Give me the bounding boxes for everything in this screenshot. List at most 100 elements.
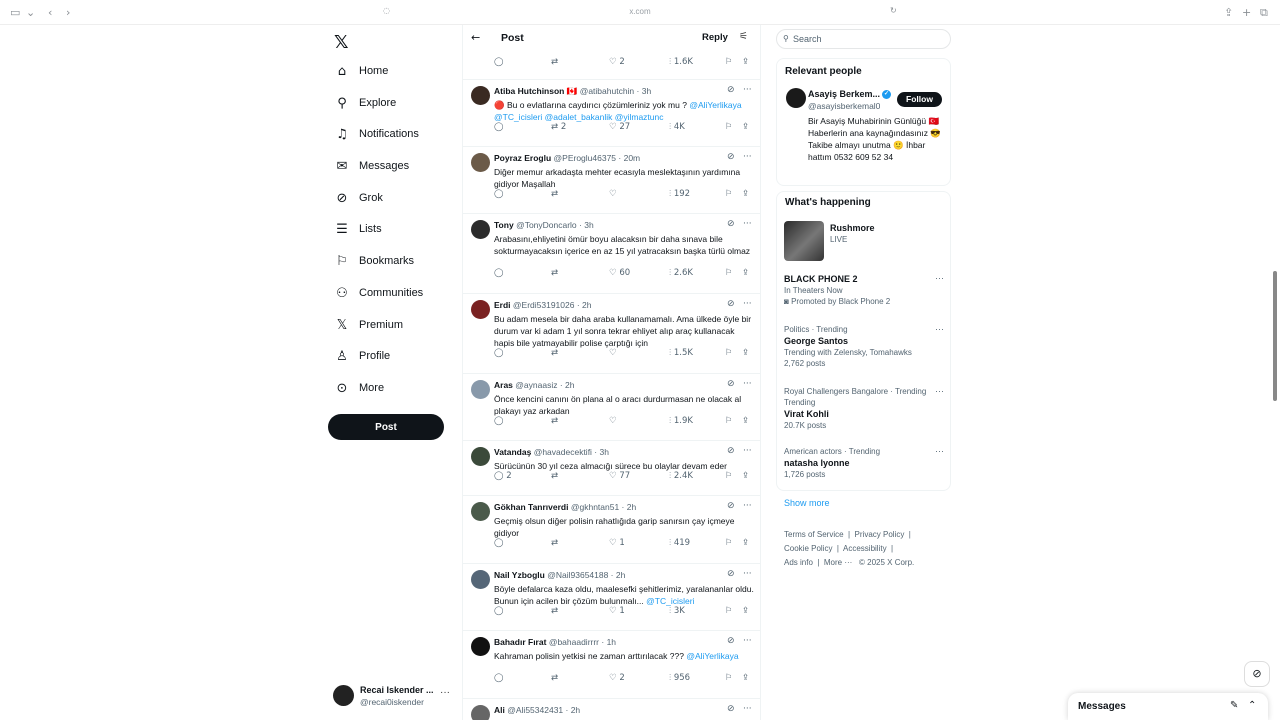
reply-button[interactable]: ◯ — [494, 189, 504, 199]
like-button[interactable]: ♡ 1 — [609, 538, 625, 548]
author-name[interactable]: Ali — [494, 705, 505, 715]
avatar[interactable] — [471, 447, 490, 466]
bookmark-icon[interactable]: ⚐ — [725, 606, 733, 616]
back-arrow-icon[interactable]: ← — [471, 31, 480, 44]
reply-tweet[interactable]: Nail Yzboglu @Nail93654188 · 2h ⊘ ··· Böyle… — [463, 563, 760, 630]
footer-link[interactable]: Terms of Service — [784, 530, 844, 539]
reply-tweet[interactable]: Bahadır Fırat @bahaadirrrr · 1h ⊘ ··· Kahra… — [463, 630, 760, 698]
avatar[interactable] — [471, 153, 490, 172]
like-button[interactable]: ♡ 27 — [609, 122, 630, 132]
bookmark-icon[interactable]: ⚐ — [725, 268, 733, 278]
scrollbar[interactable] — [1273, 271, 1277, 401]
reply-button[interactable]: ◯ — [494, 416, 504, 426]
avatar[interactable] — [471, 220, 490, 239]
reply-tweet[interactable]: Atiba Hutchinson 🇨🇦 @atibahutchin · 3h ⊘ ·… — [463, 79, 760, 146]
trend-item[interactable]: Royal Challengers Bangalore · Trending T… — [784, 386, 944, 432]
bookmark-icon[interactable]: ⚐ — [725, 538, 733, 548]
more-dots-icon[interactable]: ··· — [935, 386, 944, 396]
author-name[interactable]: Poyraz Eroglu — [494, 153, 551, 163]
views-count[interactable]: ⫶ 1.6K — [669, 57, 693, 67]
reply-tweet[interactable]: Erdi @Erdi53191026 · 2h ⊘ ··· Bu adam mesel… — [463, 293, 760, 373]
grok-icon[interactable]: ⊘ — [727, 569, 735, 579]
views-count[interactable]: ⫶ 2.4K — [669, 471, 693, 481]
trend-item[interactable]: BLACK PHONE 2 In Theaters Now ◙ Promoted… — [784, 273, 944, 307]
footer-link[interactable]: Ads info — [784, 558, 813, 567]
reply-button[interactable]: ◯ — [494, 348, 504, 358]
retweet-button[interactable]: ⇄ — [551, 416, 558, 426]
bookmark-icon[interactable]: ⚐ — [725, 673, 733, 683]
reply-button[interactable]: ◯ — [494, 122, 504, 132]
avatar[interactable] — [471, 86, 490, 105]
more-dots-icon[interactable]: ··· — [743, 636, 752, 646]
mention-links[interactable]: @AliYerlikaya — [686, 651, 738, 661]
like-button[interactable]: ♡ 77 — [609, 471, 630, 481]
nav-more[interactable]: ⊙ More — [334, 376, 385, 400]
address-bar[interactable]: x.com — [0, 7, 1280, 16]
share-icon[interactable]: ⇪ — [742, 268, 749, 278]
bookmark-icon[interactable]: ⚐ — [725, 57, 733, 67]
grok-icon[interactable]: ⊘ — [727, 501, 735, 511]
like-button[interactable]: ♡ 2 — [609, 673, 625, 683]
grok-icon[interactable]: ⊘ — [727, 299, 735, 309]
nav-grok[interactable]: ⊘ Grok — [334, 186, 383, 210]
more-dots-icon[interactable]: ··· — [743, 219, 752, 229]
avatar[interactable] — [471, 637, 490, 656]
nav-messages[interactable]: ✉ Messages — [334, 154, 410, 178]
mention-links[interactable]: @TC_icisleri — [646, 596, 694, 606]
author-name[interactable]: Vatandaş — [494, 447, 531, 457]
post-button[interactable]: Post — [328, 414, 444, 440]
reply-tweet[interactable]: Ali @Ali55342431 · 2h⊘···Dur ihtarına uy… — [463, 698, 760, 720]
reply-tweet[interactable]: Poyraz Eroglu @PEroglu46375 · 20m ⊘ ··· Diğ… — [463, 146, 760, 213]
avatar[interactable] — [471, 570, 490, 589]
author-name[interactable]: Erdi — [494, 300, 511, 310]
filter-icon[interactable]: ⚟ — [739, 31, 748, 42]
grok-icon[interactable]: ⊘ — [727, 446, 735, 456]
nav-communities[interactable]: ⚇ Communities — [334, 281, 423, 305]
bookmark-icon[interactable]: ⚐ — [725, 348, 733, 358]
more-dots-icon[interactable]: ··· — [743, 704, 752, 714]
reply-button[interactable]: ◯ — [494, 268, 504, 278]
bookmark-icon[interactable]: ⚐ — [725, 122, 733, 132]
nav-notifications[interactable]: ♫ Notifications — [334, 122, 419, 146]
expand-icon[interactable]: ⌃ — [1248, 700, 1256, 711]
retweet-button[interactable]: ⇄ — [551, 348, 558, 358]
nav-premium[interactable]: 𝕏 Premium — [334, 313, 403, 337]
author-name[interactable]: Tony — [494, 220, 514, 230]
grok-icon[interactable]: ⊘ — [727, 704, 735, 714]
more-dots-icon[interactable]: ··· — [440, 687, 450, 698]
retweet-button[interactable]: ⇄ — [551, 268, 558, 278]
bookmark-icon[interactable]: ⚐ — [725, 189, 733, 199]
footer-link[interactable]: Accessibility — [843, 544, 887, 553]
like-button[interactable]: ♡ 2 — [609, 57, 625, 67]
retweet-button[interactable]: ⇄ — [551, 471, 558, 481]
views-count[interactable]: ⫶ 2.6K — [669, 268, 693, 278]
share-icon[interactable]: ⇪ — [742, 348, 749, 358]
more-dots-icon[interactable]: ··· — [743, 379, 752, 389]
more-dots-icon[interactable]: ··· — [743, 299, 752, 309]
more-dots-icon[interactable]: ··· — [743, 569, 752, 579]
tabs-overview-icon[interactable]: ⧉ — [1260, 6, 1268, 20]
share-icon[interactable]: ⇪ — [742, 673, 749, 683]
more-dots-icon[interactable]: ··· — [935, 273, 944, 283]
footer-link[interactable]: Privacy Policy — [855, 530, 905, 539]
share-icon[interactable]: ⇪ — [742, 606, 749, 616]
like-button[interactable]: ♡ 60 — [609, 268, 630, 278]
grok-icon[interactable]: ⊘ — [727, 152, 735, 162]
nav-home[interactable]: ⌂ Home — [334, 59, 388, 83]
footer-link[interactable]: Cookie Policy — [784, 544, 832, 553]
reload-icon[interactable]: ↻ — [890, 6, 897, 15]
retweet-button[interactable]: ⇄ — [551, 189, 558, 199]
reply-button[interactable]: ◯ — [494, 538, 504, 548]
nav-lists[interactable]: ☰ Lists — [334, 217, 381, 241]
share-icon[interactable]: ⇪ — [742, 122, 749, 132]
avatar[interactable] — [471, 380, 490, 399]
like-button[interactable]: ♡ — [609, 189, 617, 199]
new-tab-icon[interactable]: + — [1242, 6, 1251, 19]
share-icon[interactable]: ⇪ — [1224, 6, 1233, 19]
bookmark-icon[interactable]: ⚐ — [725, 471, 733, 481]
share-icon[interactable]: ⇪ — [742, 471, 749, 481]
compose-message-icon[interactable]: ✎ — [1230, 700, 1238, 711]
nav-profile[interactable]: ♙ Profile — [334, 344, 390, 368]
messages-drawer[interactable]: Messages ✎ ⌃ — [1068, 693, 1268, 720]
author-name[interactable]: Atiba Hutchinson 🇨🇦 — [494, 86, 577, 96]
